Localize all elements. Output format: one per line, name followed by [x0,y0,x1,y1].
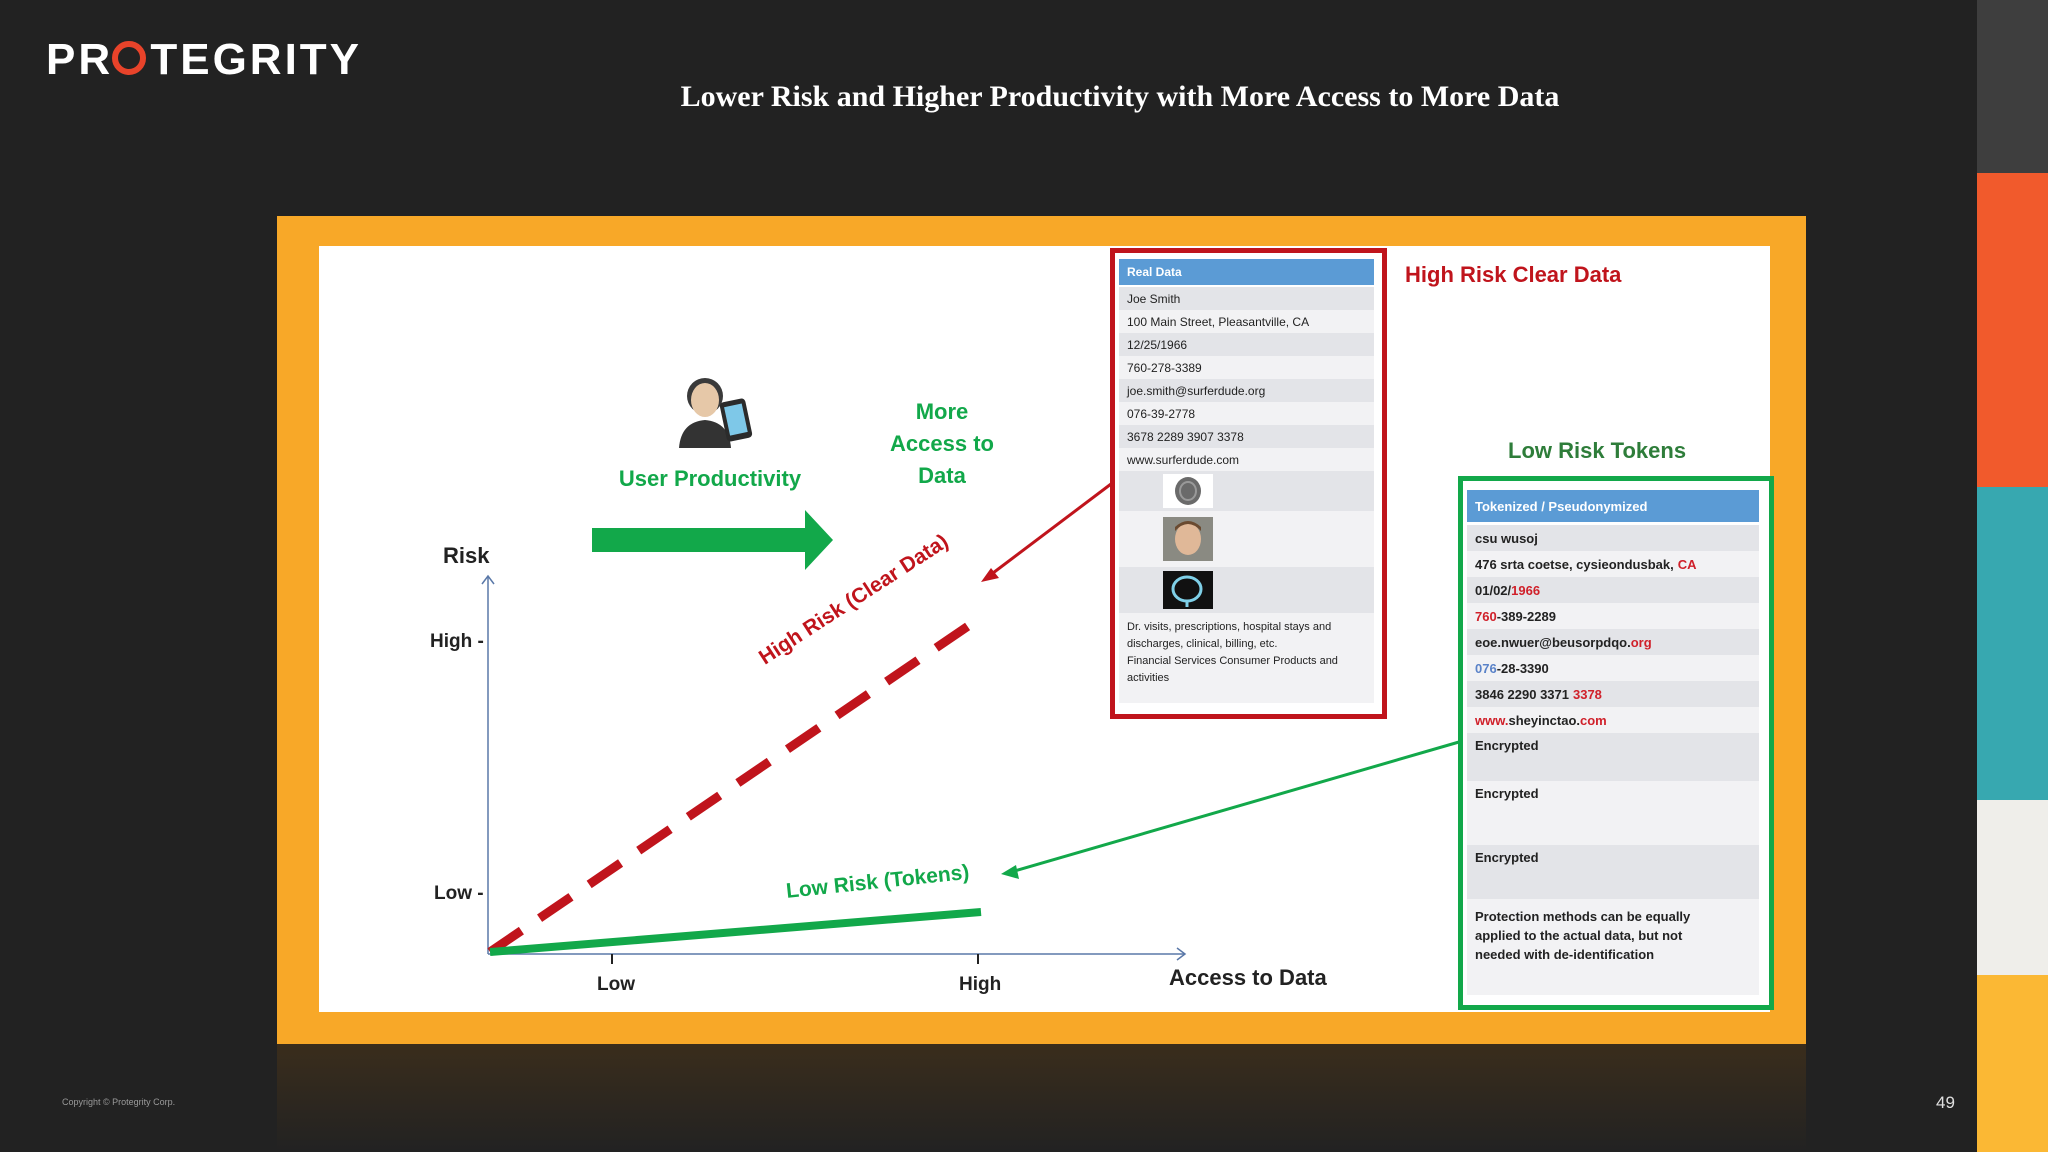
real-data-header: Real Data [1119,259,1374,285]
real-data-row: 760-278-3389 [1119,356,1374,379]
tokens-pointer [1010,740,1460,874]
real-data-footer: Dr. visits, prescriptions, hospital stay… [1119,613,1374,703]
token-row-encrypted: Encrypted [1467,733,1759,781]
token-row-encrypted: Encrypted [1467,781,1759,845]
token-highlight: CA [1677,556,1697,572]
token-text: eoe.nwuer@beusorpdqo. [1475,634,1631,650]
token-row-encrypted: Encrypted [1467,845,1759,899]
xray-row [1119,567,1374,613]
token-highlight: 760 [1475,608,1497,624]
token-text: -389-2289 [1496,608,1556,624]
real-data-row: 076-39-2778 [1119,402,1374,425]
productivity-arrow [592,510,833,570]
low-risk-tokens-heading: Low Risk Tokens [1508,438,1687,463]
tokens-pointer-head [1001,865,1019,879]
y-axis-low-label: Low - [434,883,484,904]
low-risk-line [489,908,982,956]
more-access-line-2: Access to [890,431,994,456]
tokens-box: Tokenized / Pseudonymized csu wusoj 476 … [1458,476,1774,1010]
token-row-card: 3846 2290 3371 3378 [1467,681,1759,707]
page-number: 49 [1936,1093,1955,1112]
real-data-row: 12/25/1966 [1119,333,1374,356]
x-axis-low-label: Low [597,974,635,995]
real-data-row: Joe Smith [1119,287,1374,310]
face-photo-icon [1163,517,1213,561]
y-axis-high-label: High - [430,631,484,652]
tokens-footer: Protection methods can be equally applie… [1467,899,1759,995]
face-photo-row [1119,511,1374,567]
token-text: sheyinctao. [1508,712,1580,728]
high-risk-clear-data-heading: High Risk Clear Data [1405,262,1622,287]
real-data-row: www.surferdude.com [1119,448,1374,471]
real-data-row: 100 Main Street, Pleasantville, CA [1119,310,1374,333]
real-data-row: joe.smith@surferdude.org [1119,379,1374,402]
real-data-box: Real Data Joe Smith 100 Main Street, Ple… [1110,248,1387,719]
real-data-footer-line: Financial Services Consumer Products and [1127,655,1338,667]
token-text: 3846 2290 3371 [1475,686,1569,702]
tokens-footer-line: Protection methods can be equally [1475,909,1691,924]
token-text: -28-3390 [1496,660,1549,676]
slide-title: Lower Risk and Higher Productivity with … [680,80,1560,113]
token-text: 01/02/ [1475,582,1512,598]
token-row-ssn: 076 -28-3390 [1467,655,1759,681]
token-text: 476 srta coetse, cysieondusbak, [1475,556,1674,572]
x-axis-title: Access to Data [1169,965,1327,990]
tokens-footer-line: applied to the actual data, but not [1475,928,1683,943]
token-row-address: 476 srta coetse, cysieondusbak, CA [1467,551,1759,577]
frame-reflection [277,1044,1806,1152]
y-axis-title: Risk [443,543,490,568]
copyright-text: Copyright © Protegrity Corp. [62,1097,176,1107]
user-icon [679,378,753,448]
tokens-footer-line: needed with de-identification [1475,947,1655,962]
token-highlight: org [1630,634,1652,650]
more-access-label: More Access to Data [862,396,1022,492]
decorative-color-stripes [1977,0,2048,1152]
user-productivity-label: User Productivity [618,466,802,491]
token-row-date: 01/02/1966 [1467,577,1759,603]
real-data-footer-line: Dr. visits, prescriptions, hospital stay… [1127,621,1332,633]
token-highlight: 3378 [1572,686,1602,702]
token-row-name: csu wusoj [1467,525,1759,551]
real-data-pointer [988,482,1112,578]
token-highlight: com [1580,712,1607,728]
token-row-url: www. sheyinctao. com [1467,707,1759,733]
logo-text: PROTEGRITY [46,35,362,84]
real-data-row: 3678 2289 3907 3378 [1119,425,1374,448]
tokens-header: Tokenized / Pseudonymized [1467,490,1759,522]
token-highlight: www. [1475,712,1509,728]
xray-scan-icon [1163,571,1213,609]
more-access-line-1: More [915,399,969,424]
fingerprint-icon [1163,474,1213,508]
real-data-footer-line: activities [1127,672,1170,684]
token-highlight: 1966 [1511,582,1541,598]
real-data-footer-line: discharges, clinical, billing, etc. [1127,638,1278,650]
high-risk-line [487,616,980,956]
token-highlight: 076 [1475,660,1497,676]
fingerprint-row [1119,471,1374,511]
token-row-email: eoe.nwuer@beusorpdqo. org [1467,629,1759,655]
protegrity-logo: PROTEGRITY [46,30,386,90]
more-access-line-3: Data [918,463,966,488]
x-axis-high-label: High [959,974,1002,995]
token-row-phone: 760 -389-2289 [1467,603,1759,629]
